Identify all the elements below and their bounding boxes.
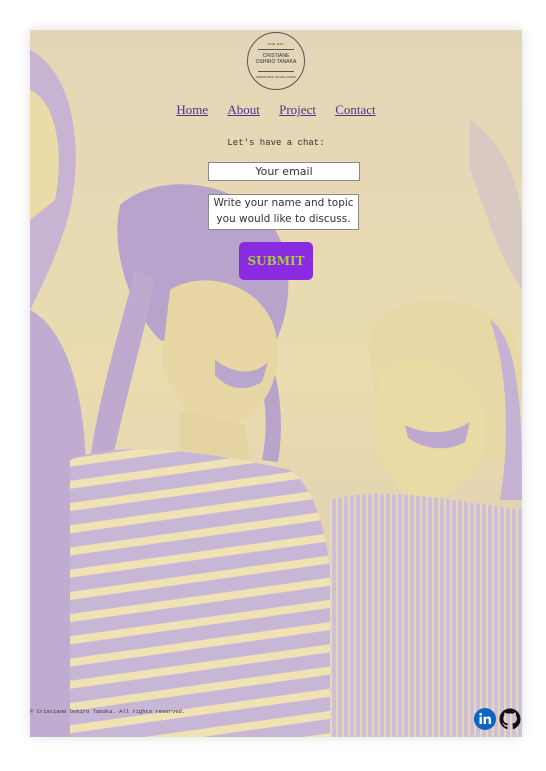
logo-bottom-text: WEBSITES DEVELOPER xyxy=(255,75,297,79)
page-frame: ONE DAY CRISTIANE OSHIRO TANAKA WEBSITES… xyxy=(30,30,522,737)
logo[interactable]: ONE DAY CRISTIANE OSHIRO TANAKA WEBSITES… xyxy=(247,32,305,90)
email-field[interactable] xyxy=(208,162,360,181)
background-photo xyxy=(30,30,522,737)
message-textarea[interactable] xyxy=(208,194,359,230)
logo-name-line2: OSHIRO TANAKA xyxy=(255,59,297,65)
github-icon[interactable] xyxy=(499,708,521,730)
contact-heading: Let's have a chat: xyxy=(227,138,325,148)
nav-link-about[interactable]: About xyxy=(227,102,260,117)
linkedin-icon[interactable] xyxy=(474,708,496,730)
logo-name: CRISTIANE OSHIRO TANAKA xyxy=(248,53,304,65)
nav-link-contact[interactable]: Contact xyxy=(335,102,375,117)
copyright-text: © Cristiane Oshiro Tanaka. All rights re… xyxy=(30,708,186,715)
nav-link-project[interactable]: Project xyxy=(279,102,316,117)
main-nav: Home About Project Contact xyxy=(30,102,522,118)
logo-top-text: ONE DAY xyxy=(267,42,285,46)
logo-divider xyxy=(258,71,294,72)
submit-button[interactable]: SUBMIT xyxy=(239,242,313,280)
logo-divider xyxy=(258,49,294,50)
nav-link-home[interactable]: Home xyxy=(176,102,208,117)
